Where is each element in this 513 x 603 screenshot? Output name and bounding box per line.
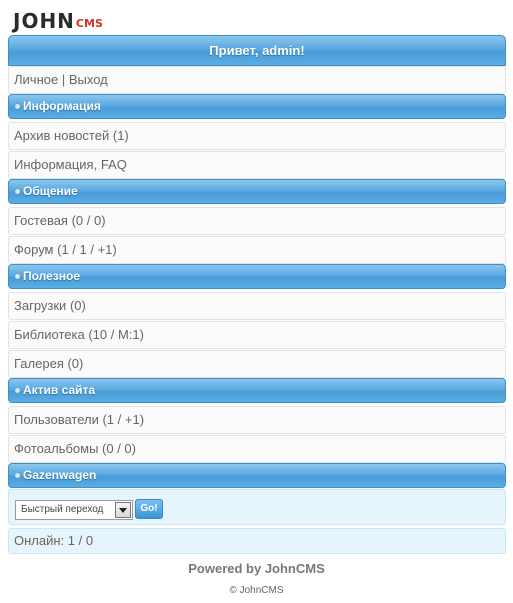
news-count: (1) [112,128,129,143]
logo-suffix-text: CMS [75,17,103,30]
forum-count-close: ) [112,242,117,257]
online-count-link[interactable]: 1 / 0 [68,533,93,548]
guestbook-link[interactable]: Гостевая [14,213,72,228]
users-new-link[interactable]: +1 [125,412,140,427]
online-label: Онлайн: [14,533,68,548]
library-count-open: (10 / [88,327,118,342]
library-link[interactable]: Библиотека [14,327,88,342]
bullet-icon [15,104,20,109]
bullet-icon [15,388,20,393]
menu-item-photo-albums[interactable]: Фотоальбомы (0 / 0) [8,435,506,463]
greeting-prefix: Привет, [209,43,263,58]
users-link[interactable]: Пользователи [14,412,102,427]
menu-item-news-archive[interactable]: Архив новостей (1) [8,122,506,150]
online-panel: Онлайн: 1 / 0 [8,528,506,554]
quick-jump-selected: Быстрый переход [21,504,104,515]
logout-link[interactable]: Выход [69,72,108,87]
site-logo[interactable]: JOHN CMS [13,5,103,31]
section-header-community: Общение [8,179,506,204]
chevron-down-icon[interactable] [115,502,131,518]
account-links-row: Личное | Выход [8,66,506,94]
go-button[interactable]: Go! [135,499,163,519]
forum-new-link[interactable]: +1 [98,242,113,257]
gallery-count: (0) [67,356,84,371]
users-count-open: (1 / [102,412,125,427]
forum-link[interactable]: Форум [14,242,57,257]
menu-item-forum[interactable]: Форум (1 / 1 / +1) [8,236,506,264]
photo-albums-count: (0 / 0) [102,441,136,456]
menu-item-downloads[interactable]: Загрузки (0) [8,292,506,320]
guestbook-count-close: ) [101,213,106,228]
gallery-link[interactable]: Галерея [14,356,67,371]
section-title: Полезное [23,269,81,283]
users-count-close: ) [139,412,145,427]
greeting-username: admin! [262,43,305,58]
forum-count-open: (1 / 1 / [57,242,98,257]
faq-link[interactable]: Информация, FAQ [14,157,127,172]
section-title: Общение [23,184,78,198]
bullet-icon [15,473,20,478]
news-archive-link[interactable]: Архив новостей [14,128,113,143]
section-title: Информация [23,99,101,113]
menu-item-faq[interactable]: Информация, FAQ [8,151,506,179]
section-header-gazenwagen[interactable]: Gazenwagen [8,463,506,488]
section-header-info: Информация [8,94,506,119]
menu-item-guestbook[interactable]: Гостевая (0 / 0) [8,207,506,235]
downloads-link[interactable]: Загрузки [14,298,70,313]
guestbook-count-open: (0 / [71,213,94,228]
menu-item-library[interactable]: Библиотека (10 / M:1) [8,321,506,349]
greeting-header: Привет, admin! [8,35,506,66]
library-count-close: ) [139,327,144,342]
section-title: Актив сайта [23,383,96,397]
section-header-useful: Полезное [8,264,506,289]
section-header-activity: Актив сайта [8,378,506,403]
quick-jump-select[interactable]: Быстрый переход [15,500,133,520]
copyright: © JohnCMS [229,585,284,596]
downloads-count: (0) [69,298,86,313]
logo-main-text: JOHN [13,9,75,33]
account-links-separator: | [58,72,69,87]
photo-albums-link[interactable]: Фотоальбомы [14,441,102,456]
section-title: Gazenwagen [23,468,97,482]
powered-by: Powered by JohnCMS [188,561,325,576]
menu-item-users[interactable]: Пользователи (1 / +1) [8,406,506,434]
personal-link[interactable]: Личное [14,72,58,87]
library-moderation-link[interactable]: M:1 [118,327,140,342]
quick-jump-panel: Быстрый переход Go! [8,489,506,525]
page: JOHN CMS Привет, admin! Личное | Выход И… [0,0,513,603]
menu-item-gallery[interactable]: Галерея (0) [8,350,506,378]
bullet-icon [15,189,20,194]
bullet-icon [15,274,20,279]
